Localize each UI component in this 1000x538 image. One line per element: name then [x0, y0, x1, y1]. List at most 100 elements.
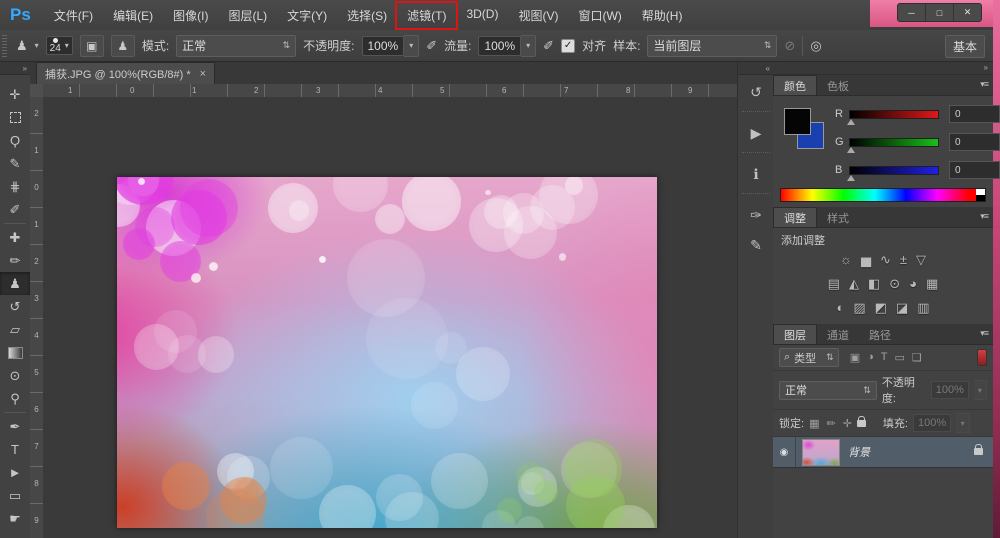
blue-value-input[interactable]: 0 [949, 161, 1000, 179]
slider-thumb[interactable] [847, 174, 855, 181]
dock-expand-button[interactable]: « [738, 62, 774, 75]
blend-mode-select[interactable]: 正常 ⇅ [176, 34, 297, 57]
clone-stamp-tool[interactable]: ♟ [0, 272, 30, 295]
tab-close-icon[interactable]: × [200, 68, 206, 80]
filter-pixel-layers-icon[interactable]: ▣ [850, 351, 860, 364]
panel-menu-icon[interactable]: ▾≡ [980, 79, 989, 90]
brushes-panel-icon[interactable]: ✎ [741, 232, 771, 258]
actions-panel-icon[interactable]: ▶ [741, 120, 771, 146]
info-panel-icon[interactable]: ℹ [741, 161, 771, 187]
minimize-button[interactable]: ─ [898, 4, 926, 21]
layer-opacity-input[interactable]: 100% [930, 381, 969, 399]
black-white-icon[interactable]: ◧ [868, 276, 880, 292]
menu-view[interactable]: 视图(V) [508, 3, 568, 28]
align-checkbox[interactable]: ✓ [561, 38, 576, 53]
layer-fill-caret-icon[interactable]: ▾ [956, 413, 971, 433]
filter-shape-layers-icon[interactable]: ▭ [895, 351, 905, 364]
document-canvas-image[interactable] [117, 177, 657, 528]
opacity-caret-icon[interactable]: ▾ [404, 34, 420, 57]
vertical-ruler[interactable]: 2 1 0 1 2 3 4 5 6 7 8 9 [30, 97, 44, 538]
curves-icon[interactable]: ∿ [880, 252, 891, 268]
quick-selection-tool[interactable]: ✎ [0, 152, 30, 175]
layer-filter-type-select[interactable]: ⌕ 类型 ⇅ [779, 348, 839, 367]
type-tool[interactable]: T [0, 438, 30, 461]
red-value-input[interactable]: 0 [949, 105, 1000, 123]
healing-brush-tool[interactable]: ✚ [0, 226, 30, 249]
blue-slider[interactable] [847, 165, 939, 181]
menu-edit[interactable]: 编辑(E) [103, 3, 163, 28]
maximize-button[interactable]: □ [926, 4, 954, 21]
exposure-icon[interactable]: ± [900, 252, 907, 268]
tablet-opacity-icon[interactable]: ✐ [426, 38, 437, 54]
color-balance-icon[interactable]: ◭ [849, 276, 859, 292]
brush-presets-panel-icon[interactable]: ✑ [741, 202, 771, 228]
crop-tool[interactable]: ⋕ [0, 175, 30, 198]
eraser-tool[interactable]: ▱ [0, 318, 30, 341]
layer-filter-toggle[interactable] [977, 349, 987, 366]
layer-thumbnail[interactable] [802, 438, 840, 466]
posterize-icon[interactable]: ▨ [853, 300, 865, 316]
hand-tool[interactable]: ☛ [0, 507, 30, 530]
slider-thumb[interactable] [847, 146, 855, 153]
green-slider[interactable] [847, 137, 939, 153]
close-button[interactable]: ✕ [954, 4, 981, 21]
levels-icon[interactable]: ▅ [861, 252, 871, 268]
menu-window[interactable]: 窗口(W) [568, 3, 631, 28]
tab-swatches[interactable]: 色板 [817, 76, 859, 95]
document-tab[interactable]: 捕获.JPG @ 100%(RGB/8#) * × [36, 62, 216, 84]
lock-pixels-icon[interactable]: ✏ [826, 417, 835, 430]
toggle-clone-source-panel-button[interactable]: ♟ [110, 34, 135, 57]
brightness-contrast-icon[interactable]: ☼ [840, 252, 852, 268]
panel-menu-icon[interactable]: ▾≡ [980, 211, 989, 222]
hue-saturation-icon[interactable]: ▤ [828, 276, 840, 292]
gradient-tool[interactable] [0, 341, 30, 364]
dodge-tool[interactable]: ⚲ [0, 387, 30, 410]
blur-tool[interactable]: ⊙ [0, 364, 30, 387]
black-swatch[interactable] [976, 195, 985, 201]
tab-adjustments[interactable]: 调整 [773, 207, 817, 227]
panel-menu-icon[interactable]: ▾≡ [980, 328, 989, 339]
menu-3d[interactable]: 3D(D) [456, 3, 508, 28]
red-slider[interactable] [847, 109, 939, 125]
selective-color-icon[interactable]: ▥ [917, 300, 929, 316]
tab-styles[interactable]: 样式 [817, 208, 859, 227]
history-panel-icon[interactable]: ↺ [741, 79, 771, 105]
green-value-input[interactable]: 0 [949, 133, 1000, 151]
flow-input[interactable]: 100% [478, 35, 522, 56]
airbrush-icon[interactable]: ✐ [543, 38, 554, 54]
horizontal-ruler[interactable]: 101234567891011121314151617 [43, 84, 737, 98]
color-lookup-icon[interactable]: ▦ [926, 276, 938, 292]
marquee-tool[interactable] [0, 106, 30, 129]
flow-caret-icon[interactable]: ▾ [521, 34, 537, 57]
tab-channels[interactable]: 通道 [817, 325, 859, 344]
tab-layers[interactable]: 图层 [773, 324, 817, 344]
tab-color[interactable]: 颜色 [773, 75, 817, 95]
lock-position-icon[interactable]: ✛ [843, 417, 852, 430]
menu-file[interactable]: 文件(F) [44, 3, 103, 28]
channel-mixer-icon[interactable]: ◕ [909, 276, 917, 292]
menu-image[interactable]: 图像(I) [163, 3, 218, 28]
toolbar-collapse-button[interactable]: » [0, 62, 30, 75]
tool-preset-caret-icon[interactable]: ▾ [35, 41, 39, 50]
filter-adjustment-layers-icon[interactable]: ◑ [867, 351, 874, 364]
history-brush-tool[interactable]: ↺ [0, 295, 30, 318]
menu-filter[interactable]: 滤镜(T) [397, 3, 456, 28]
layer-opacity-caret-icon[interactable]: ▾ [973, 380, 987, 400]
opacity-input[interactable]: 100% [361, 35, 405, 56]
layer-visibility-toggle[interactable]: ◉ [773, 437, 796, 467]
brush-preset-picker[interactable]: 24 ▾ [45, 36, 73, 55]
layer-fill-input[interactable]: 100% [912, 414, 952, 432]
invert-icon[interactable]: ◐ [836, 300, 844, 316]
ignore-adjustment-layers-icon[interactable]: ⊘ [784, 38, 795, 54]
sample-select[interactable]: 当前图层 ⇅ [647, 34, 778, 57]
filter-smart-objects-icon[interactable]: ❏ [912, 351, 922, 364]
lasso-tool[interactable]: Ϙ [0, 129, 30, 152]
move-tool[interactable]: ✛ [0, 83, 30, 106]
color-spectrum-ramp[interactable] [780, 188, 986, 202]
tab-paths[interactable]: 路径 [859, 325, 901, 344]
menu-layer[interactable]: 图层(L) [218, 3, 277, 28]
filter-type-layers-icon[interactable]: T [881, 351, 888, 364]
toggle-brush-panel-button[interactable]: ▣ [79, 34, 104, 57]
canvas-workspace[interactable] [43, 97, 737, 538]
background-layer-row[interactable]: ◉ 背景 [773, 437, 993, 468]
